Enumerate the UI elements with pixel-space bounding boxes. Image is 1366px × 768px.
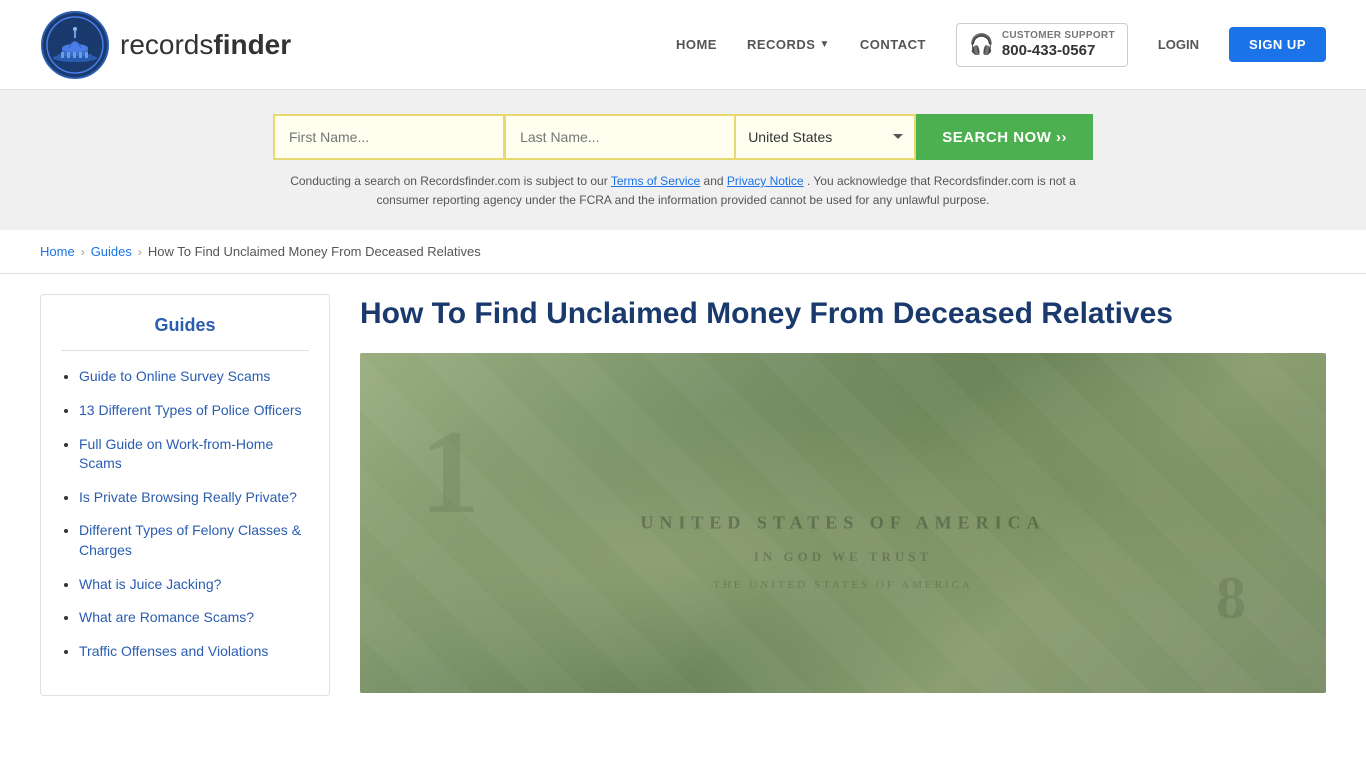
sidebar-link[interactable]: What are Romance Scams? (79, 609, 254, 625)
sidebar-link[interactable]: Full Guide on Work-from-Home Scams (79, 436, 273, 472)
sidebar-link[interactable]: Guide to Online Survey Scams (79, 368, 270, 384)
breadcrumb-sep-2: › (138, 245, 142, 259)
money-decoration-2: 8 (1216, 564, 1246, 633)
search-disclaimer: Conducting a search on Recordsfinder.com… (273, 172, 1093, 210)
sidebar-list-item: Guide to Online Survey Scams (79, 367, 309, 387)
money-label-2: IN GOD WE TRUST (754, 549, 932, 565)
breadcrumb-sep-1: › (81, 245, 85, 259)
sidebar-link[interactable]: 13 Different Types of Police Officers (79, 402, 302, 418)
logo-icon (40, 10, 110, 80)
sidebar: Guides Guide to Online Survey Scams 13 Di… (40, 294, 330, 696)
signup-button[interactable]: SIGN UP (1229, 27, 1326, 62)
chevron-down-icon: ▼ (819, 39, 829, 50)
first-name-input[interactable] (273, 114, 504, 160)
sidebar-list-item: 13 Different Types of Police Officers (79, 401, 309, 421)
article-image: 1 8 UNITED STATES OF AMERICA IN GOD WE T… (360, 353, 1326, 693)
search-row: United States Canada United Kingdom Aust… (273, 114, 1093, 160)
support-button[interactable]: 🎧 CUSTOMER SUPPORT 800-433-0567 (956, 23, 1128, 67)
main-nav: HOME RECORDS ▼ CONTACT 🎧 CUSTOMER SUPPOR… (676, 23, 1326, 67)
sidebar-link[interactable]: What is Juice Jacking? (79, 576, 221, 592)
sidebar-link[interactable]: Is Private Browsing Really Private? (79, 489, 297, 505)
sidebar-list-item: What is Juice Jacking? (79, 575, 309, 595)
money-label-1: UNITED STATES OF AMERICA (640, 513, 1045, 534)
search-button[interactable]: SEARCH NOW ›› (916, 114, 1093, 160)
sidebar-link[interactable]: Traffic Offenses and Violations (79, 643, 268, 659)
nav-records[interactable]: RECORDS ▼ (747, 37, 830, 52)
money-label-3: THE UNITED STATES OF AMERICA (713, 579, 973, 591)
search-section: United States Canada United Kingdom Aust… (0, 90, 1366, 230)
tos-link[interactable]: Terms of Service (611, 174, 700, 188)
breadcrumb-home[interactable]: Home (40, 244, 75, 259)
nav-home[interactable]: HOME (676, 37, 717, 52)
last-name-input[interactable] (504, 114, 736, 160)
sidebar-list-item: Different Types of Felony Classes & Char… (79, 521, 309, 560)
site-header: recordsfinder HOME RECORDS ▼ CONTACT 🎧 C… (0, 0, 1366, 90)
country-select[interactable]: United States Canada United Kingdom Aust… (736, 114, 916, 160)
support-number: 800-433-0567 (1002, 42, 1115, 60)
article: How To Find Unclaimed Money From Decease… (360, 294, 1326, 696)
sidebar-list-item: Traffic Offenses and Violations (79, 642, 309, 662)
privacy-link[interactable]: Privacy Notice (727, 174, 804, 188)
sidebar-link[interactable]: Different Types of Felony Classes & Char… (79, 522, 301, 558)
sidebar-list: Guide to Online Survey Scams 13 Different… (61, 367, 309, 661)
breadcrumb-current: How To Find Unclaimed Money From Decease… (148, 244, 481, 259)
headset-icon: 🎧 (969, 32, 994, 57)
logo[interactable]: recordsfinder (40, 10, 291, 80)
sidebar-list-item: What are Romance Scams? (79, 608, 309, 628)
money-decoration-1: 1 (420, 403, 480, 541)
nav-contact[interactable]: CONTACT (860, 37, 926, 52)
support-label: CUSTOMER SUPPORT (1002, 30, 1115, 42)
breadcrumb: Home › Guides › How To Find Unclaimed Mo… (0, 230, 1366, 274)
sidebar-list-item: Full Guide on Work-from-Home Scams (79, 435, 309, 474)
main-content: Guides Guide to Online Survey Scams 13 Di… (0, 274, 1366, 716)
login-button[interactable]: LOGIN (1158, 37, 1199, 52)
logo-text: recordsfinder (120, 29, 291, 61)
sidebar-list-item: Is Private Browsing Really Private? (79, 488, 309, 508)
sidebar-title: Guides (61, 315, 309, 351)
breadcrumb-guides[interactable]: Guides (91, 244, 132, 259)
article-title: How To Find Unclaimed Money From Decease… (360, 294, 1326, 333)
